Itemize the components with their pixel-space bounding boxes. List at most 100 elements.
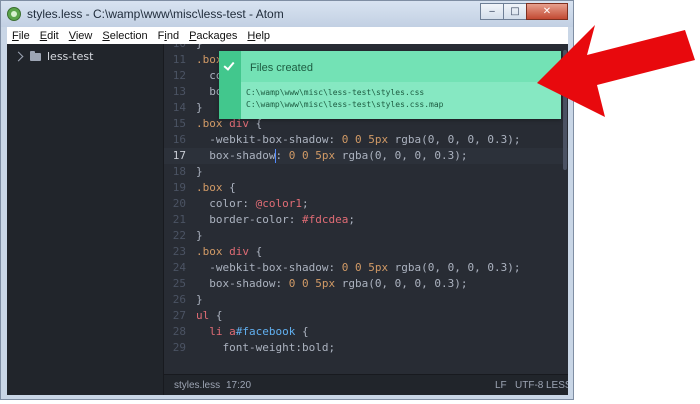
notification-title: Files created xyxy=(250,62,313,74)
code-token: } xyxy=(196,229,203,242)
code-token: } xyxy=(196,44,203,50)
code-token: a xyxy=(229,325,236,338)
atom-app-icon xyxy=(7,7,21,21)
code-token: 0 0 5px xyxy=(341,261,389,274)
code-line[interactable]: 21 border-color: #fdcdea; xyxy=(164,212,568,228)
maximize-button[interactable]: □ xyxy=(503,3,527,20)
status-encoding[interactable]: UTF-8 xyxy=(515,380,543,391)
menu-item-selection[interactable]: Selection xyxy=(97,30,152,42)
line-code: box-shadow: 0 0 5px rgba(0, 0, 0, 0.3); xyxy=(196,276,468,292)
code-line[interactable]: 29 font-weight:bold; xyxy=(164,340,568,356)
menu-item-file[interactable]: File xyxy=(7,30,35,42)
menu-item-packages[interactable]: Packages xyxy=(184,30,242,42)
line-code: -webkit-box-shadow: 0 0 5px rgba(0, 0, 0… xyxy=(196,260,521,276)
line-number: 29 xyxy=(172,341,186,354)
status-bar: styles.less 17:20 LF UTF-8 LESS xyxy=(164,374,568,395)
notification-path: C:\wamp\www\misc\less-test\styles.css.ma… xyxy=(246,100,444,109)
status-file-name[interactable]: styles.less xyxy=(174,380,220,391)
code-token: li xyxy=(209,325,223,338)
line-number: 27 xyxy=(172,309,186,322)
title-bar[interactable]: styles.less - C:\wamp\www\misc\less-test… xyxy=(1,1,573,27)
menu-item-find[interactable]: Find xyxy=(153,30,184,42)
code-line[interactable]: 25 box-shadow: 0 0 5px rgba(0, 0, 0, 0.3… xyxy=(164,276,568,292)
menu-mnemonic: V xyxy=(68,29,76,42)
code-token: { xyxy=(295,325,309,338)
line-number: 10 xyxy=(164,44,186,52)
line-code: li a#facebook { xyxy=(196,324,309,340)
code-line[interactable]: 23 .box div { xyxy=(164,244,568,260)
line-number: 21 xyxy=(172,213,186,226)
notification-detail: C:\wamp\www\misc\less-test\styles.css C:… xyxy=(241,82,561,119)
code-token: box-shadow: xyxy=(196,277,289,290)
line-number: 24 xyxy=(172,261,186,274)
menu-label-part: elp xyxy=(255,29,271,42)
code-token: rgba(0, 0, 0, 0.3); xyxy=(388,261,521,274)
atom-window: styles.less - C:\wamp\www\misc\less-test… xyxy=(0,0,574,400)
line-code: } xyxy=(196,44,203,52)
menu-mnemonic: E xyxy=(39,29,48,42)
code-token: color: xyxy=(196,197,256,210)
line-number: 12 xyxy=(172,69,186,82)
code-token: .box xyxy=(196,245,223,258)
menu-item-view[interactable]: View xyxy=(64,30,98,42)
line-number: 23 xyxy=(172,245,186,258)
code-token: rgba(0, 0, 0, 0.3); xyxy=(388,133,521,146)
line-code: .box div { xyxy=(196,244,262,260)
code-line[interactable]: 18} xyxy=(164,164,568,180)
code-line[interactable]: 16 -webkit-box-shadow: 0 0 5px rgba(0, 0… xyxy=(164,132,568,148)
line-code: border-color: #fdcdea; xyxy=(196,212,355,228)
line-number: 25 xyxy=(172,277,186,290)
menu-label-part: dit xyxy=(47,29,59,42)
code-token: ; xyxy=(301,197,309,210)
code-token: } xyxy=(196,101,203,114)
folder-icon xyxy=(30,50,41,61)
tree-item-root-folder[interactable]: less-test xyxy=(13,50,94,63)
line-number: 18 xyxy=(172,165,186,178)
code-token: @color1 xyxy=(255,197,302,210)
line-number: 13 xyxy=(172,85,186,98)
code-token: -webkit-box-shadow: xyxy=(196,133,342,146)
code-token: { xyxy=(222,181,236,194)
code-line[interactable]: 26} xyxy=(164,292,568,308)
line-number: 11 xyxy=(172,53,186,66)
notification-icon-area xyxy=(219,51,241,119)
line-code: } xyxy=(196,100,203,116)
menu-label-part: iew xyxy=(75,29,93,42)
code-line[interactable]: 17 box-shadow: 0 0 5px rgba(0, 0, 0, 0.3… xyxy=(164,148,568,164)
menu-label-part: election xyxy=(109,29,148,42)
code-line[interactable]: 22} xyxy=(164,228,568,244)
line-number: 17 xyxy=(172,149,186,162)
status-cursor-position[interactable]: 17:20 xyxy=(226,380,251,391)
menu-label-part: ackages xyxy=(196,29,238,42)
line-code: .box { xyxy=(196,180,236,196)
code-line[interactable]: 27 ul { xyxy=(164,308,568,324)
line-code: } xyxy=(196,164,203,180)
line-code: ul { xyxy=(196,308,223,324)
code-line[interactable]: 20 color: @color1; xyxy=(164,196,568,212)
line-number: 19 xyxy=(172,181,186,194)
code-token: { xyxy=(209,309,223,322)
chevron-right-icon xyxy=(13,51,24,62)
line-code: -webkit-box-shadow: 0 0 5px rgba(0, 0, 0… xyxy=(196,132,521,148)
notification-success[interactable]: Files created C:\wamp\www\misc\less-test… xyxy=(219,51,561,119)
code-line[interactable]: 28 li a#facebook { xyxy=(164,324,568,340)
annotation-arrow xyxy=(537,25,695,117)
line-number: 22 xyxy=(172,229,186,242)
line-number: 14 xyxy=(172,101,186,114)
menu-item-edit[interactable]: Edit xyxy=(35,30,64,42)
status-line-ending[interactable]: LF xyxy=(495,380,507,391)
code-token: div xyxy=(229,245,249,258)
code-line[interactable]: 19 .box { xyxy=(164,180,568,196)
tree-folder-label: less-test xyxy=(47,50,94,63)
menu-item-help[interactable]: Help xyxy=(242,30,275,42)
code-line[interactable]: 24 -webkit-box-shadow: 0 0 5px rgba(0, 0… xyxy=(164,260,568,276)
status-grammar[interactable]: LESS xyxy=(546,380,568,391)
minimize-button[interactable]: ‒ xyxy=(480,3,504,20)
check-icon xyxy=(223,59,235,71)
code-token: { xyxy=(249,245,263,258)
code-token: ; xyxy=(348,213,355,226)
code-token: rgba(0, 0, 0, 0.3); xyxy=(335,277,468,290)
code-token: font-weight:bold; xyxy=(196,341,336,354)
line-code: } xyxy=(196,228,203,244)
